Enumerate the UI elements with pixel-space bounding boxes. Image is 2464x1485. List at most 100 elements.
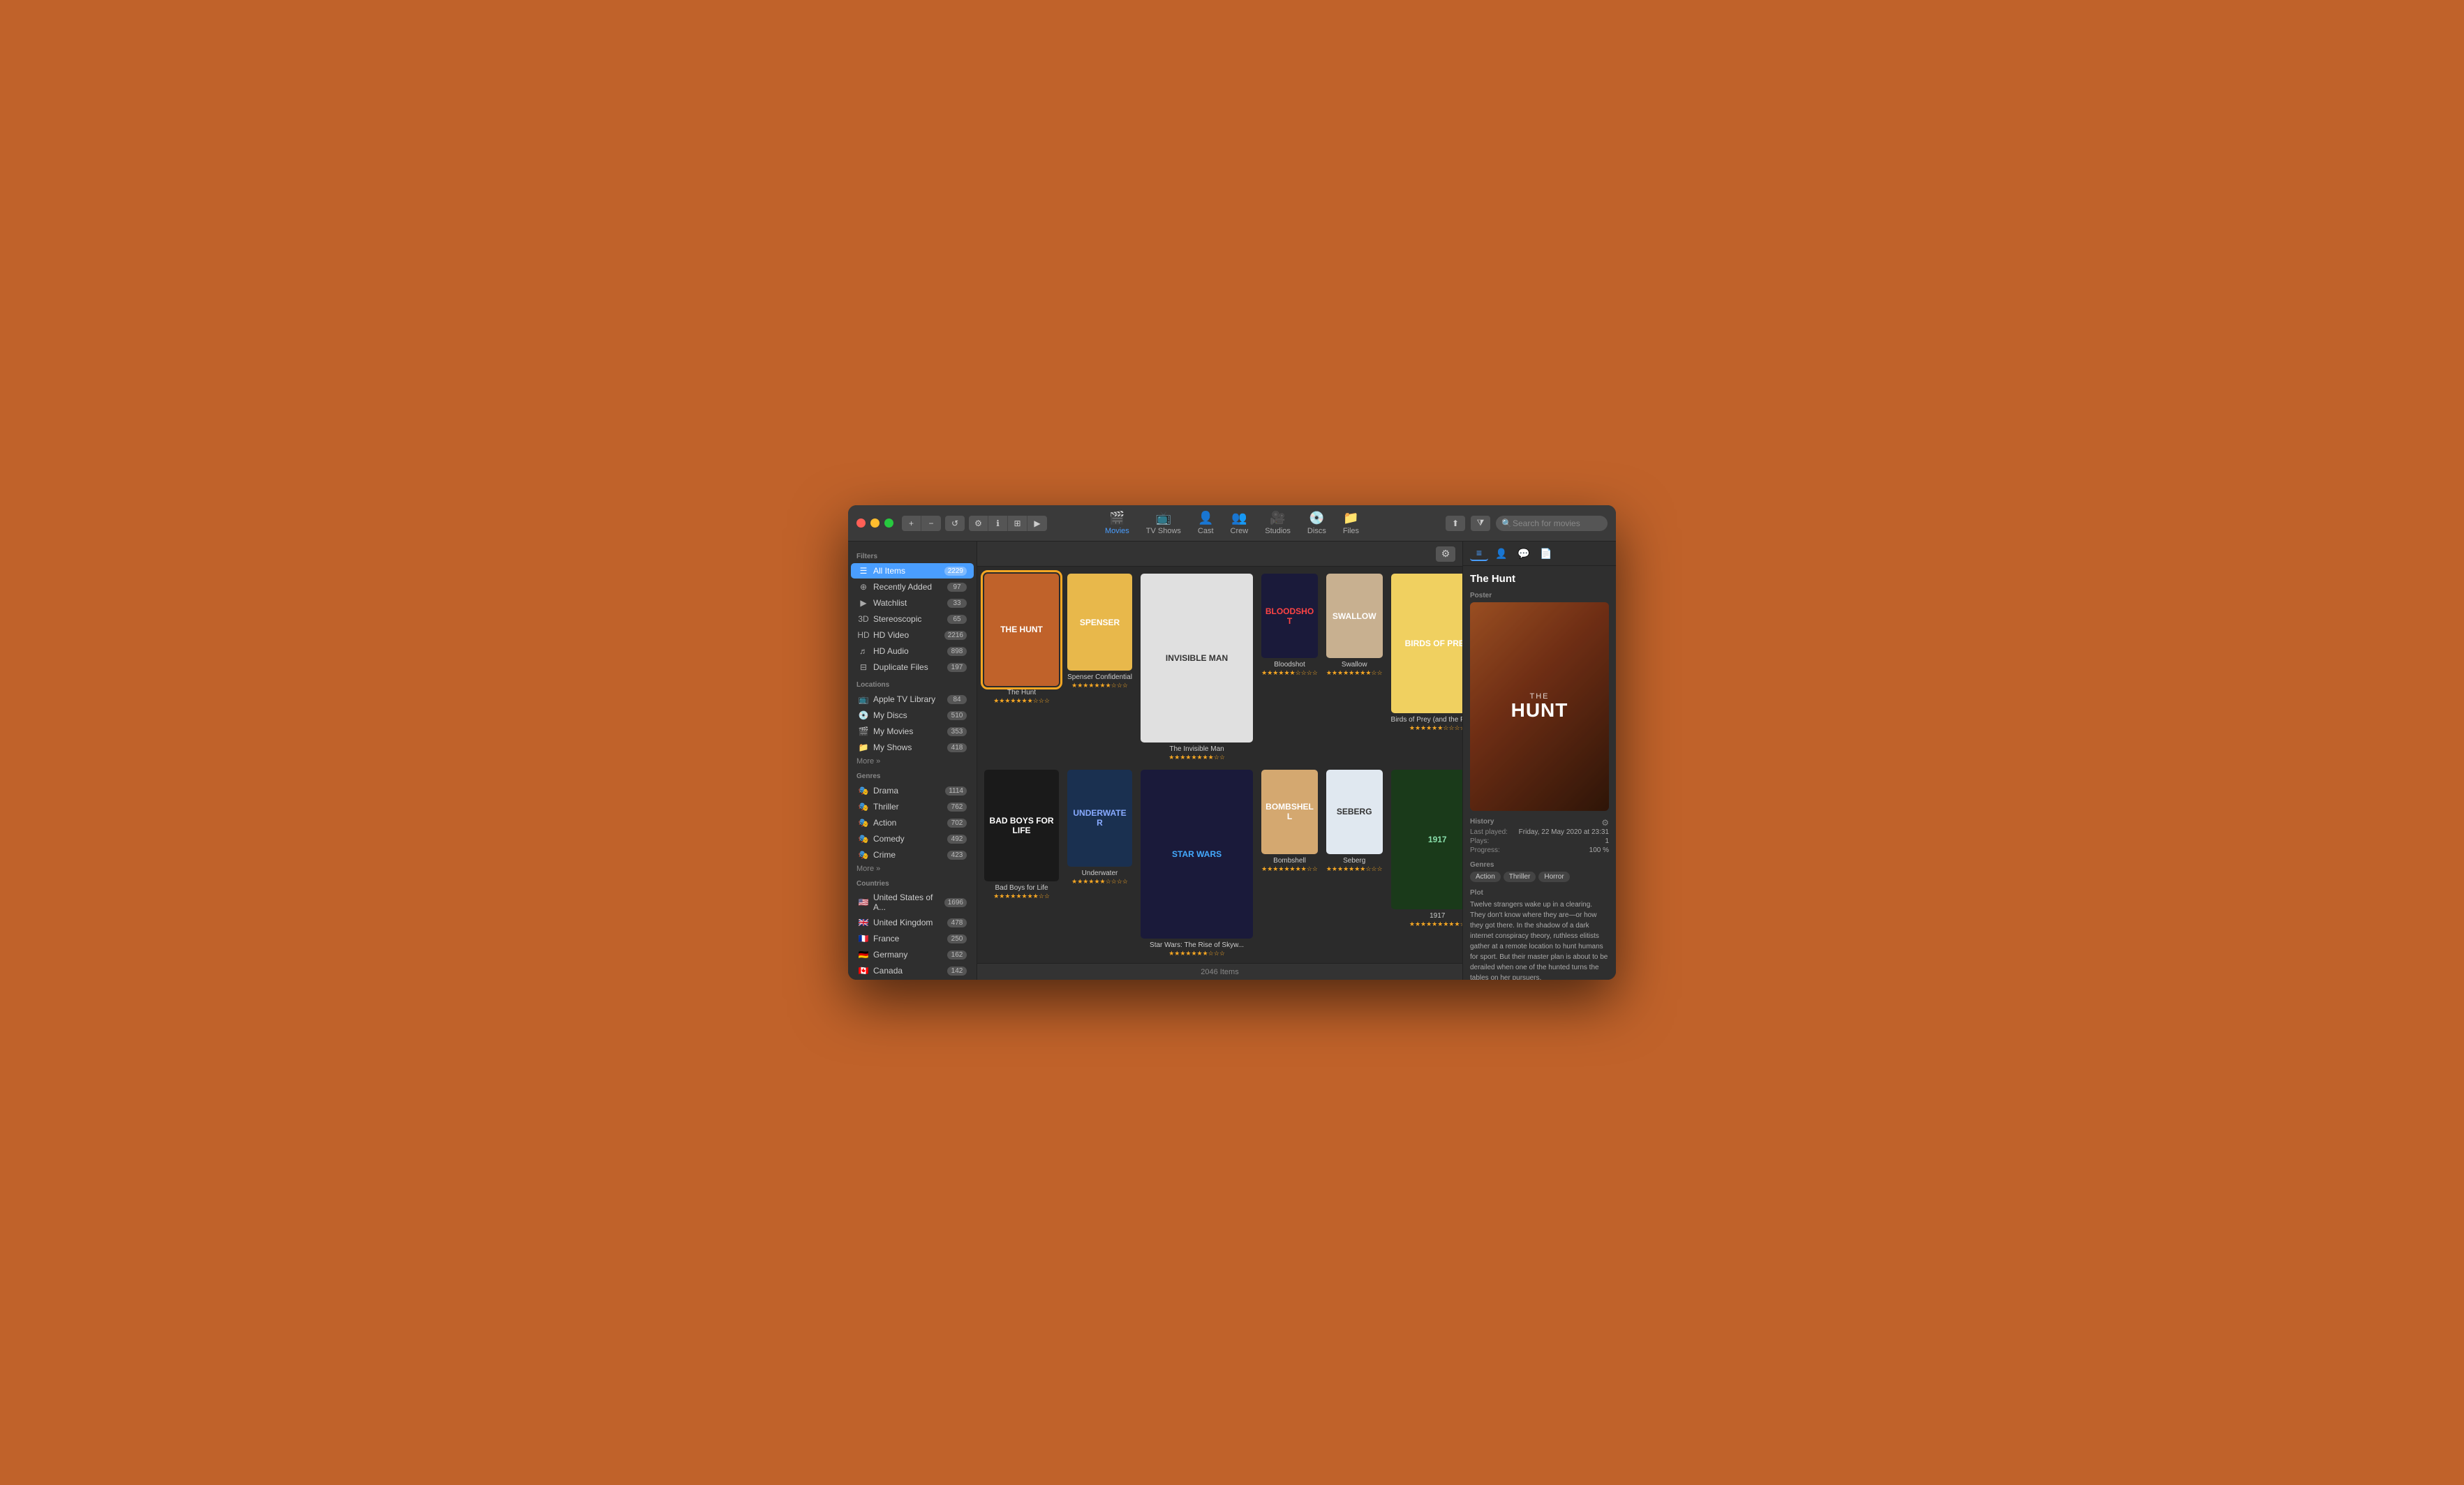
sidebar-item-country-canada[interactable]: 🇨🇦Canada142: [851, 963, 974, 978]
history-section-label: History: [1470, 818, 1494, 826]
share-button[interactable]: ⬆: [1446, 516, 1465, 531]
remove-button[interactable]: −: [921, 516, 941, 531]
nav-tab-movies[interactable]: 🎬Movies: [1105, 511, 1129, 535]
nav-tab-studios[interactable]: 🎥Studios: [1265, 511, 1291, 535]
sidebar-count-my-movies: 353: [947, 727, 967, 736]
close-button[interactable]: [856, 518, 866, 528]
movie-card-badboys[interactable]: BAD BOYS FOR LIFE Bad Boys for Life ★★★★…: [984, 770, 1059, 957]
movie-card-spenser[interactable]: SPENSER Spenser Confidential ★★★★★★★☆☆☆: [1067, 574, 1132, 761]
nav-tab-icon-studios: 🎥: [1270, 511, 1285, 525]
genres-more[interactable]: More »: [848, 863, 977, 874]
poster-spenser: SPENSER: [1067, 574, 1132, 671]
sidebar-icon-duplicate-files: ⊟: [858, 662, 869, 673]
sidebar-item-genre-drama[interactable]: 🎭Drama1114: [851, 783, 974, 798]
sidebar-item-genre-crime[interactable]: 🎭Crime423: [851, 847, 974, 863]
sidebar-item-stereoscopic[interactable]: 3DStereoscopic65: [851, 611, 974, 627]
movie-card-birds[interactable]: BIRDS OF PREY Birds of Prey (and the Fan…: [1391, 574, 1462, 761]
sidebar-count-stereoscopic: 65: [947, 615, 967, 624]
history-settings-icon[interactable]: ⚙: [1601, 818, 1609, 828]
nav-tab-tvshows[interactable]: 📺TV Shows: [1146, 511, 1181, 535]
sidebar-label-watchlist: Watchlist: [873, 598, 947, 608]
plays-label: Plays:: [1470, 837, 1489, 845]
nav-tab-icon-files: 📁: [1343, 511, 1358, 525]
detail-tab-chat[interactable]: 💬: [1515, 546, 1533, 561]
sidebar-label-country-canada: Canada: [873, 966, 947, 976]
view-button[interactable]: ⊞: [1008, 516, 1027, 531]
info-button[interactable]: ℹ: [988, 516, 1008, 531]
movie-stars-starwars: ★★★★★★★☆☆☆: [1141, 950, 1253, 957]
sidebar-item-apple-tv[interactable]: 📺Apple TV Library84: [851, 692, 974, 707]
movie-stars-invisible: ★★★★★★★★☆☆: [1141, 754, 1253, 761]
movie-card-hunt[interactable]: THE HUNT The Hunt ★★★★★★★☆☆☆: [984, 574, 1059, 761]
add-button[interactable]: +: [902, 516, 921, 531]
detail-tab-people[interactable]: 👤: [1492, 546, 1511, 561]
sidebar-item-country-uk[interactable]: 🇬🇧United Kingdom478: [851, 915, 974, 930]
movie-card-bloodshot[interactable]: BLOODSHOT Bloodshot ★★★★★★☆☆☆☆: [1261, 574, 1318, 761]
sidebar-item-country-germany[interactable]: 🇩🇪Germany162: [851, 947, 974, 962]
poster-text-badboys: BAD BOYS FOR LIFE: [984, 770, 1059, 882]
movie-card-1917[interactable]: 1917 1917 ★★★★★★★★★☆: [1391, 770, 1462, 957]
detail-content: The Hunt Poster THE HUNT History ⚙ Last …: [1463, 566, 1616, 980]
traffic-lights: [856, 518, 893, 528]
sidebar-icon-country-usa: 🇺🇸: [858, 897, 869, 908]
sidebar-count-hd-video: 2216: [944, 631, 967, 640]
sidebar-item-hd-audio[interactable]: ♬HD Audio898: [851, 643, 974, 659]
settings-button[interactable]: ⚙: [969, 516, 988, 531]
sidebar-item-watchlist[interactable]: ▶Watchlist33: [851, 595, 974, 611]
detail-tab-info[interactable]: ≡: [1470, 546, 1488, 561]
sidebar-label-hd-audio: HD Audio: [873, 646, 947, 656]
movie-stars-1917: ★★★★★★★★★☆: [1391, 920, 1462, 928]
sidebar-item-my-movies[interactable]: 🎬My Movies353: [851, 724, 974, 739]
refresh-button[interactable]: ↺: [945, 516, 965, 531]
sidebar-item-genre-comedy[interactable]: 🎭Comedy492: [851, 831, 974, 846]
sidebar-item-duplicate-files[interactable]: ⊟Duplicate Files197: [851, 659, 974, 675]
sidebar-item-my-shows[interactable]: 📁My Shows418: [851, 740, 974, 755]
sidebar-item-my-discs[interactable]: 💿My Discs510: [851, 708, 974, 723]
movie-card-invisible[interactable]: INVISIBLE MAN The Invisible Man ★★★★★★★★…: [1141, 574, 1253, 761]
sidebar-item-genre-action[interactable]: 🎭Action702: [851, 815, 974, 830]
sidebar-count-genre-drama: 1114: [945, 786, 967, 796]
sidebar-item-hd-video[interactable]: HDHD Video2216: [851, 627, 974, 643]
nav-tab-crew[interactable]: 👥Crew: [1231, 511, 1249, 535]
sidebar-item-genre-thriller[interactable]: 🎭Thriller762: [851, 799, 974, 814]
movie-card-swallow[interactable]: SWALLOW Swallow ★★★★★★★★☆☆: [1326, 574, 1383, 761]
detail-panel: ≡ 👤 💬 📄 The Hunt Poster THE HUNT History ⚙ …: [1462, 542, 1616, 980]
item-count: 2046 Items: [1201, 968, 1238, 976]
grid-settings-button[interactable]: ⚙: [1436, 546, 1455, 562]
detail-movie-title: The Hunt: [1470, 573, 1609, 585]
sidebar-icon-country-uk: 🇬🇧: [858, 917, 869, 928]
plays-value: 1: [1605, 837, 1609, 845]
sidebar-item-country-france[interactable]: 🇫🇷France250: [851, 931, 974, 946]
movie-stars-hunt: ★★★★★★★☆☆☆: [984, 697, 1059, 705]
minimize-button[interactable]: [870, 518, 880, 528]
sidebar-item-country-usa[interactable]: 🇺🇸United States of A...1696: [851, 890, 974, 914]
search-input[interactable]: [1496, 516, 1608, 531]
sidebar-label-apple-tv: Apple TV Library: [873, 694, 947, 704]
nav-tab-label-crew: Crew: [1231, 527, 1249, 535]
sidebar-item-recently-added[interactable]: ⊕Recently Added97: [851, 579, 974, 595]
movie-card-bombshell[interactable]: BOMBSHELL Bombshell ★★★★★★★★☆☆: [1261, 770, 1318, 957]
genre-tag-thriller: Thriller: [1504, 872, 1536, 882]
movie-card-underwater[interactable]: UNDERWATER Underwater ★★★★★★☆☆☆☆: [1067, 770, 1132, 957]
locations-more[interactable]: More »: [848, 756, 977, 767]
maximize-button[interactable]: [884, 518, 893, 528]
nav-tab-discs[interactable]: 💿 Discs: [1307, 511, 1326, 535]
movie-card-seberg[interactable]: SEBERG Seberg ★★★★★★★☆☆☆: [1326, 770, 1383, 957]
nav-tab-files[interactable]: 📁Files: [1343, 511, 1359, 535]
countries-more[interactable]: More »: [848, 979, 977, 980]
sidebar: Filters ☰All Items2229⊕Recently Added97▶…: [848, 542, 977, 980]
nav-tab-icon-tvshows: 📺: [1156, 511, 1171, 525]
toolbar-left: + − ↺ ⚙ ℹ ⊞ ▶: [902, 516, 1047, 531]
detail-tab-file[interactable]: 📄: [1537, 546, 1555, 561]
filter-button[interactable]: ⧩: [1471, 516, 1490, 531]
nav-tab-icon-discs: 💿: [1309, 511, 1324, 525]
nav-tab-label-discs: Discs: [1307, 527, 1326, 535]
main-content: Filters ☰All Items2229⊕Recently Added97▶…: [848, 542, 1616, 980]
filters-section-title: Filters: [848, 547, 977, 562]
sidebar-label-country-uk: United Kingdom: [873, 918, 947, 927]
sidebar-item-all-items[interactable]: ☰All Items2229: [851, 563, 974, 579]
movie-card-starwars[interactable]: STAR WARS Star Wars: The Rise of Skyw...…: [1141, 770, 1253, 957]
movie-title-spenser: Spenser Confidential: [1067, 673, 1132, 681]
nav-tab-cast[interactable]: 👤Cast: [1198, 511, 1214, 535]
play-button[interactable]: ▶: [1027, 516, 1047, 531]
